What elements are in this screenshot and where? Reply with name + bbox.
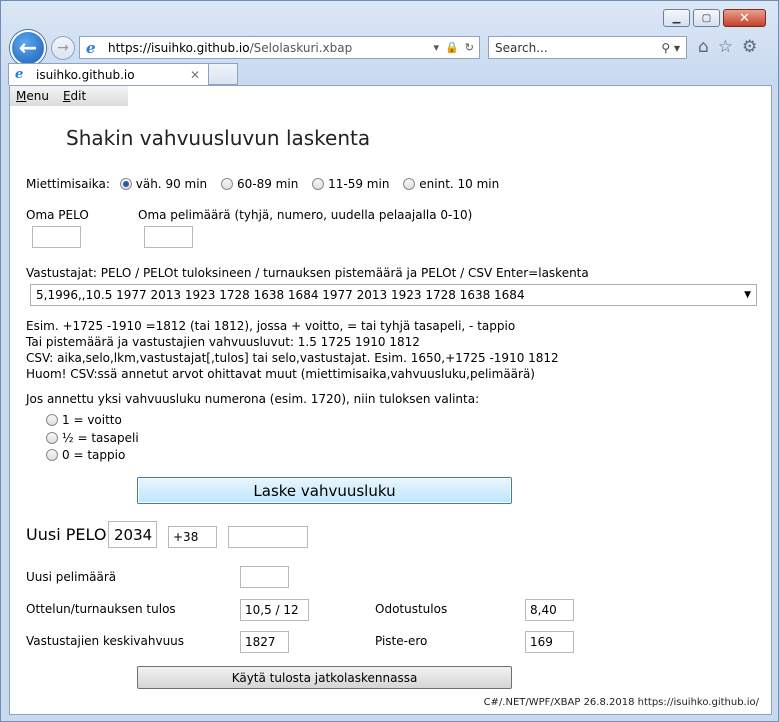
footer-text: C#/.NET/WPF/XBAP 26.8.2018 https://isuih…: [483, 697, 759, 708]
result-value[interactable]: 10,5 / 12: [240, 599, 309, 621]
time-option-10[interactable]: enint. 10 min: [403, 177, 499, 191]
opponents-input[interactable]: 5,1996,,10.5 1977 2013 1923 1728 1638 16…: [30, 284, 757, 306]
settings-gear-icon[interactable]: ⚙: [742, 37, 757, 57]
result-option-loss[interactable]: 0 = tappio: [46, 448, 125, 462]
tab-close-icon[interactable]: ✕: [190, 68, 208, 82]
result-label: Ottelun/turnauksen tulos: [26, 602, 176, 616]
menu-item-menu[interactable]: Menu: [16, 89, 49, 103]
time-option-90[interactable]: väh. 90 min: [119, 177, 207, 191]
lock-icon[interactable]: 🔒: [445, 41, 459, 54]
own-games-input[interactable]: [144, 226, 193, 248]
avg-label: Vastustajien keskivahvuus: [26, 634, 185, 648]
diff-label: Piste-ero: [375, 634, 428, 648]
own-pelo-label: Oma PELO: [26, 208, 89, 222]
expected-label: Odotustulos: [375, 602, 448, 616]
pelo-change-value[interactable]: +38: [168, 526, 217, 548]
tab-label: isuihko.github.io: [36, 67, 135, 82]
maximize-icon[interactable]: ▢: [693, 9, 720, 27]
minimize-icon[interactable]: ▁: [663, 9, 690, 27]
search-input[interactable]: Search... ⚲ ▾: [488, 36, 687, 59]
close-icon[interactable]: ✕: [723, 9, 766, 27]
radio-icon[interactable]: [46, 449, 58, 461]
own-pelo-input[interactable]: [32, 226, 81, 248]
window-controls: ▁ ▢ ✕: [663, 9, 766, 27]
address-text: https://isuihko.github.io/Selolaskuri.xb…: [108, 40, 353, 55]
chevron-down-icon[interactable]: ▼: [744, 288, 751, 302]
radio-icon[interactable]: [46, 432, 58, 444]
favorites-star-icon[interactable]: ☆: [718, 37, 733, 57]
diff-value[interactable]: 169: [525, 631, 574, 653]
pelo-extra-value[interactable]: [228, 526, 308, 548]
radio-selected-icon[interactable]: [119, 178, 132, 190]
ie-logo-icon: e: [86, 38, 96, 57]
new-pelo-value[interactable]: 2034: [108, 521, 157, 548]
address-bar[interactable]: e https://isuihko.github.io/Selolaskuri.…: [79, 36, 480, 59]
result-option-draw[interactable]: ½ = tasapeli: [46, 431, 139, 445]
menu-bar: Menu Edit: [10, 86, 128, 106]
own-games-label: Oma pelimäärä (tyhjä, numero, uudella pe…: [138, 208, 473, 222]
radio-icon[interactable]: [312, 178, 325, 190]
new-games-value[interactable]: [240, 566, 289, 588]
time-option-60-89[interactable]: 60-89 min: [220, 177, 298, 191]
expected-value[interactable]: 8,40: [525, 599, 574, 621]
forward-arrow-icon[interactable]: →: [51, 36, 75, 60]
radio-icon[interactable]: [220, 178, 233, 190]
help-text: Esim. +1725 -1910 =1812 (tai 1812), joss…: [26, 319, 559, 381]
time-control-row: Miettimisaika: väh. 90 min 60-89 min 11-…: [26, 177, 509, 191]
menu-item-edit[interactable]: Edit: [63, 89, 86, 103]
browser-tab[interactable]: e isuihko.github.io ✕: [8, 63, 209, 85]
search-icon[interactable]: ⚲ ▾: [661, 41, 686, 55]
radio-icon[interactable]: [403, 178, 416, 190]
new-games-label: Uusi pelimäärä: [26, 570, 117, 584]
opponents-label: Vastustajat: PELO / PELOt tuloksineen / …: [26, 266, 589, 280]
refresh-icon[interactable]: ↻: [465, 41, 474, 54]
time-label: Miettimisaika:: [26, 177, 110, 191]
back-arrow-icon[interactable]: ←: [10, 30, 46, 66]
calculate-button[interactable]: Laske vahvuusluku: [137, 477, 512, 504]
new-pelo-label: Uusi PELO: [26, 525, 107, 544]
page-content: Menu Edit Shakin vahvuusluvun laskenta M…: [9, 85, 772, 715]
page-title: Shakin vahvuusluvun laskenta: [66, 126, 371, 150]
home-icon[interactable]: ⌂: [698, 37, 709, 57]
radio-icon[interactable]: [46, 414, 58, 426]
new-tab-button[interactable]: [209, 63, 238, 85]
continue-button[interactable]: Käytä tulosta jatkolaskennassa: [137, 666, 512, 689]
single-result-label: Jos annettu yksi vahvuusluku numerona (e…: [26, 392, 480, 406]
avg-value[interactable]: 1827: [240, 631, 289, 653]
dropdown-icon[interactable]: ▾: [434, 41, 440, 54]
ie-logo-icon: e: [15, 66, 24, 82]
browser-window: ▁ ▢ ✕ ← → e https://isuihko.github.io/Se…: [0, 0, 779, 722]
result-option-win[interactable]: 1 = voitto: [46, 413, 122, 427]
time-option-11-59[interactable]: 11-59 min: [312, 177, 389, 191]
